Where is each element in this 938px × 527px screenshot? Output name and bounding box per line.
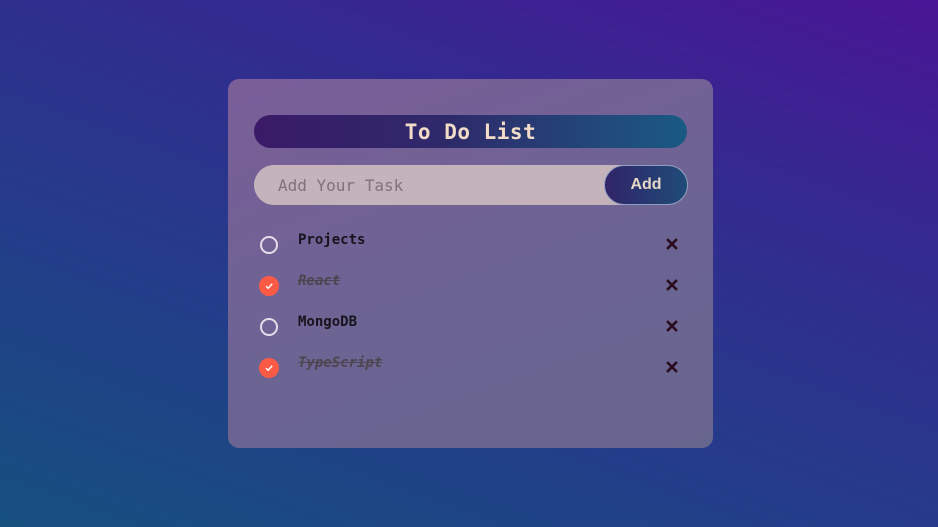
task-label[interactable]: Projects [298, 231, 365, 249]
close-icon[interactable] [664, 359, 680, 375]
todo-card: To Do List Add Projects React [228, 79, 713, 448]
page-title: To Do List [404, 119, 537, 144]
checkmark-icon[interactable] [259, 358, 279, 378]
close-icon[interactable] [664, 277, 680, 293]
task-input[interactable] [254, 165, 604, 205]
checkmark-icon[interactable] [259, 276, 279, 296]
add-button[interactable]: Add [604, 165, 688, 205]
list-item: Projects [260, 231, 680, 272]
task-list: Projects React MongoDB TypeScript [259, 231, 680, 395]
circle-icon[interactable] [260, 318, 278, 336]
add-task-form: Add [254, 165, 688, 205]
circle-icon[interactable] [260, 236, 278, 254]
list-item: React [259, 272, 680, 313]
task-label[interactable]: MongoDB [298, 313, 357, 331]
list-item: TypeScript [259, 354, 680, 395]
task-label[interactable]: TypeScript [298, 354, 382, 372]
task-label[interactable]: React [298, 272, 340, 290]
close-icon[interactable] [664, 318, 680, 334]
list-item: MongoDB [260, 313, 680, 354]
close-icon[interactable] [664, 236, 680, 252]
title-bar: To Do List [254, 115, 687, 148]
